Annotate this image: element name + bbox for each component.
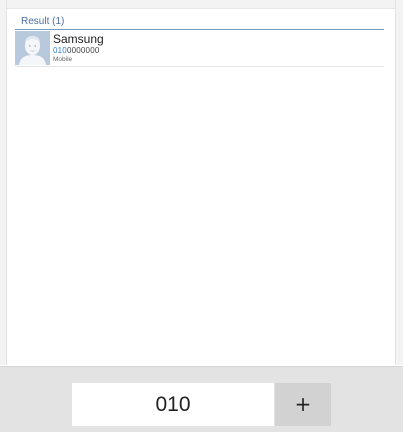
contact-number-rest: 0000000 — [66, 46, 100, 55]
contact-name: Samsung — [53, 32, 104, 46]
result-divider — [15, 29, 384, 30]
top-edge — [0, 0, 403, 9]
left-edge — [0, 0, 7, 365]
contact-number: 0100000000 — [53, 46, 100, 55]
dialer-bar: + — [0, 366, 403, 432]
contact-number-match: 010 — [53, 46, 67, 55]
app-frame: Result (1) Samsung 0100000000 Mobile + — [0, 0, 403, 432]
result-count-header: Result (1) — [21, 16, 65, 27]
add-contact-button[interactable]: + — [275, 383, 331, 426]
default-contact-avatar-icon — [15, 31, 50, 65]
dial-number-input[interactable] — [72, 383, 274, 426]
contact-list-item[interactable]: Samsung 0100000000 Mobile — [15, 31, 384, 67]
contact-number-type: Mobile — [53, 56, 73, 63]
right-edge — [395, 0, 403, 365]
